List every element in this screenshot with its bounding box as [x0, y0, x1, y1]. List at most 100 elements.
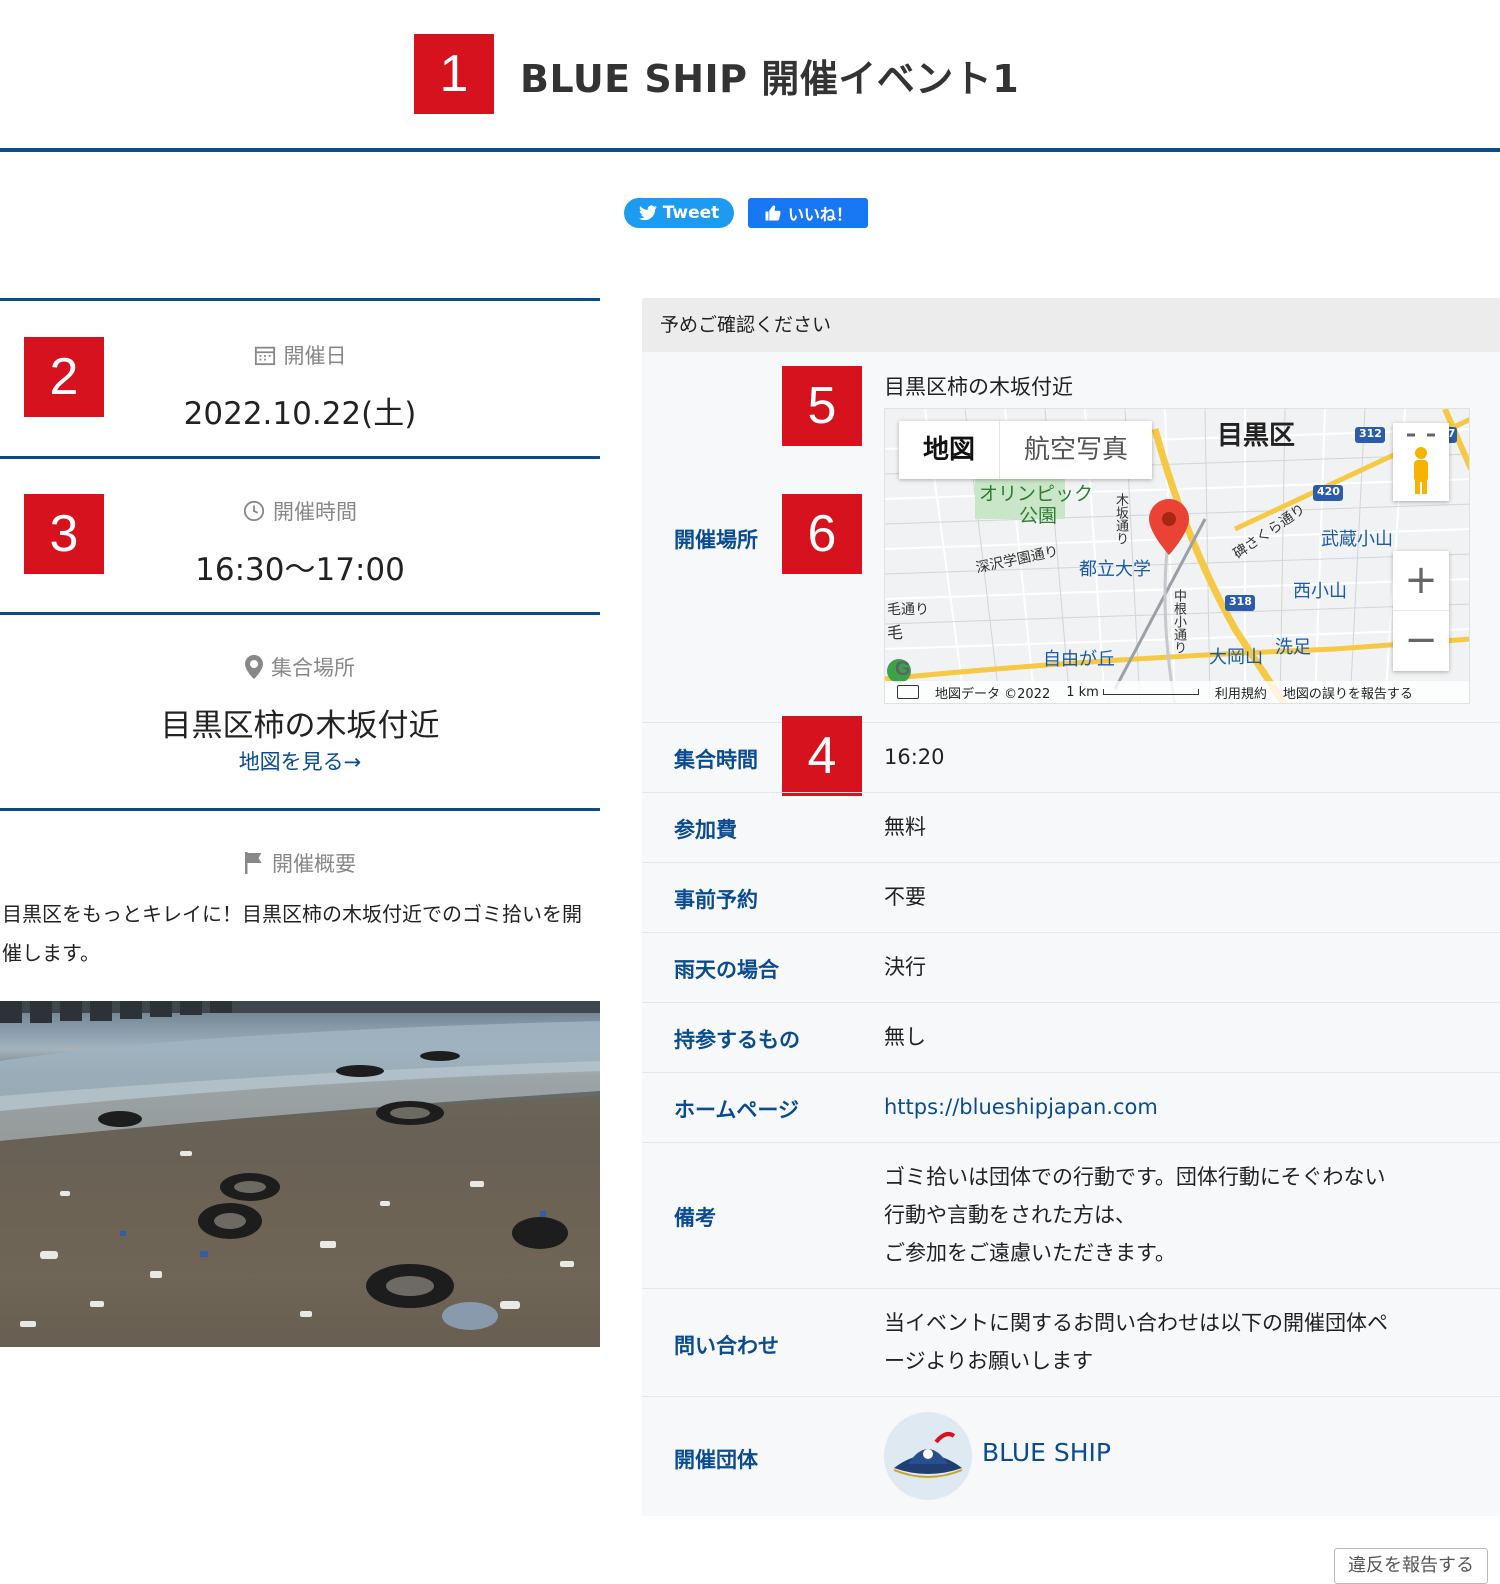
map-scale-bar [1102, 689, 1199, 695]
meet-time-label: 集合時間 [674, 748, 758, 772]
page-title: BLUE SHIP 開催イベント1 [520, 57, 1020, 101]
notes-line: ご参加をご遠慮いただきます。 [884, 1241, 1176, 1265]
org-label: 開催団体 [674, 1448, 758, 1472]
place-label-text: 集合場所 [271, 656, 355, 680]
map-label-keyaki: 毛通り [887, 602, 929, 618]
row-divider [642, 722, 1500, 723]
map-label-ke: 毛 [887, 623, 904, 642]
map-pin-icon [245, 655, 263, 679]
map-footer: 地図データ ©2022 1 km 利用規約 地図の誤りを報告する [885, 681, 1469, 703]
overview-label-text: 開催概要 [272, 852, 356, 876]
row-divider [642, 1072, 1500, 1073]
twitter-bird-icon [638, 205, 657, 221]
clock-icon [243, 500, 265, 522]
notes-line: ゴミ拾いは団体での行動です。団体行動にそぐわない [884, 1165, 1386, 1189]
view-map-link[interactable]: 地図を見る→ [0, 746, 600, 776]
like-label: いいね！ [787, 205, 852, 224]
notice-bar: 予めご確認ください [642, 298, 1500, 352]
map-label-musashikoyama: 武蔵小山 [1321, 529, 1393, 550]
map-label-kakinokizaka: 木坂通り [1113, 493, 1128, 545]
map-tab-map[interactable]: 地図 [899, 421, 1001, 479]
meet-time-value: 16:20 [884, 745, 945, 769]
header-divider [0, 148, 1500, 152]
date-label-text: 開催日 [283, 344, 347, 368]
google-map[interactable]: 地図 航空写真 目黒区 オリンピック 公園 深沢学園通り 都立大学 自由が丘 武… [884, 408, 1470, 704]
badge-6: 6 [782, 494, 862, 574]
map-label-jiyugaoka: 自由が丘 [1043, 649, 1115, 670]
bring-value: 無し [884, 1025, 926, 1049]
reservation-value: 不要 [884, 885, 926, 909]
map-label-road420: 420 [1317, 485, 1340, 498]
time-label-text: 開催時間 [273, 500, 357, 524]
map-tab-satellite[interactable]: 航空写真 [1000, 421, 1152, 479]
map-label-park: 公園 [1019, 505, 1058, 527]
contact-label: 問い合わせ [674, 1334, 779, 1358]
date-label: 開催日 [0, 340, 600, 370]
zoom-out-button[interactable]: − [1393, 611, 1449, 671]
bring-label: 持参するもの [674, 1028, 800, 1052]
row-divider [642, 932, 1500, 933]
map-label-road318: 318 [1229, 595, 1252, 608]
divider [0, 298, 600, 301]
map-scale-label: 1 km [1066, 684, 1099, 700]
row-divider [642, 862, 1500, 863]
tweet-label: Tweet [662, 203, 720, 223]
report-violation-button[interactable]: 違反を報告する [1334, 1548, 1488, 1584]
divider [0, 808, 600, 811]
row-divider [642, 792, 1500, 793]
map-label-nakane: 中根小通り [1171, 589, 1186, 654]
homepage-link[interactable]: https://blueshipjapan.com [884, 1088, 1158, 1126]
map-marker-icon [1149, 499, 1189, 555]
fee-label: 参加費 [674, 818, 737, 842]
rain-label: 雨天の場合 [674, 958, 779, 982]
place-label: 集合場所 [0, 652, 600, 682]
keyboard-icon [897, 685, 919, 699]
map-terms-link[interactable]: 利用規約 [1215, 683, 1267, 702]
overview-label: 開催概要 [0, 848, 600, 878]
homepage-label: ホームページ [674, 1098, 799, 1122]
reservation-label: 事前予約 [674, 888, 758, 912]
map-label-ward: 目黒区 [1217, 421, 1296, 451]
event-photo [0, 1001, 600, 1347]
row-divider [642, 1396, 1500, 1397]
map-label-senzoku: 洗足 [1275, 637, 1311, 658]
row-divider [642, 1288, 1500, 1289]
zoom-in-button[interactable]: + [1393, 551, 1449, 611]
map-label-nishikoyama: 西小山 [1293, 581, 1347, 602]
badge-4: 4 [782, 716, 862, 796]
like-button[interactable]: いいね！ [748, 198, 868, 228]
org-name-link[interactable]: BLUE SHIP [982, 1438, 1111, 1467]
beach-litter-image [0, 1001, 600, 1347]
map-label-road312: 312 [1359, 427, 1382, 440]
map-label-ookayama: 大岡山 [1209, 647, 1263, 668]
street-view-pegman[interactable] [1393, 423, 1449, 501]
badge-5: 5 [782, 366, 862, 446]
time-label: 開催時間 [0, 496, 600, 526]
contact-line: ージよりお願いします [884, 1349, 1094, 1373]
map-report-link[interactable]: 地図の誤りを報告する [1283, 683, 1413, 702]
time-value: 16:30〜17:00 [195, 552, 405, 588]
flag-icon [245, 852, 262, 874]
venue-value: 目黒区柿の木坂付近 [884, 375, 1073, 399]
row-divider [642, 1142, 1500, 1143]
contact-value: 当イベントに関するお問い合わせは以下の開催団体ペ ージよりお願いします [884, 1304, 1388, 1380]
notes-line: 行動や言動をされた方は、 [884, 1203, 1136, 1227]
calendar-icon [254, 346, 275, 366]
tweet-button[interactable]: Tweet [624, 198, 734, 228]
notes-value: ゴミ拾いは団体での行動です。団体行動にそぐわない 行動や言動をされた方は、 ご参… [884, 1158, 1385, 1272]
date-value: 2022.10.22(土) [183, 396, 417, 432]
fee-value: 無料 [884, 815, 926, 839]
pegman-icon [1407, 433, 1435, 494]
map-data-credit: 地図データ ©2022 [935, 686, 1051, 702]
rain-value: 決行 [884, 955, 926, 979]
divider [0, 612, 600, 615]
map-label-toritsu: 都立大学 [1079, 559, 1151, 580]
org-avatar[interactable] [884, 1412, 972, 1500]
divider [0, 456, 600, 459]
place-value: 目黒区柿の木坂付近 [160, 708, 440, 744]
overview-text: 目黒区をもっとキレイに！目黒区柿の木坂付近でのゴミ拾いを開催します。 [2, 902, 582, 965]
map-type-tabs: 地図 航空写真 [899, 421, 1153, 479]
pirate-hat-logo [893, 1432, 963, 1478]
venue-label: 開催場所 [674, 528, 758, 552]
zoom-controls: + − [1393, 551, 1449, 671]
